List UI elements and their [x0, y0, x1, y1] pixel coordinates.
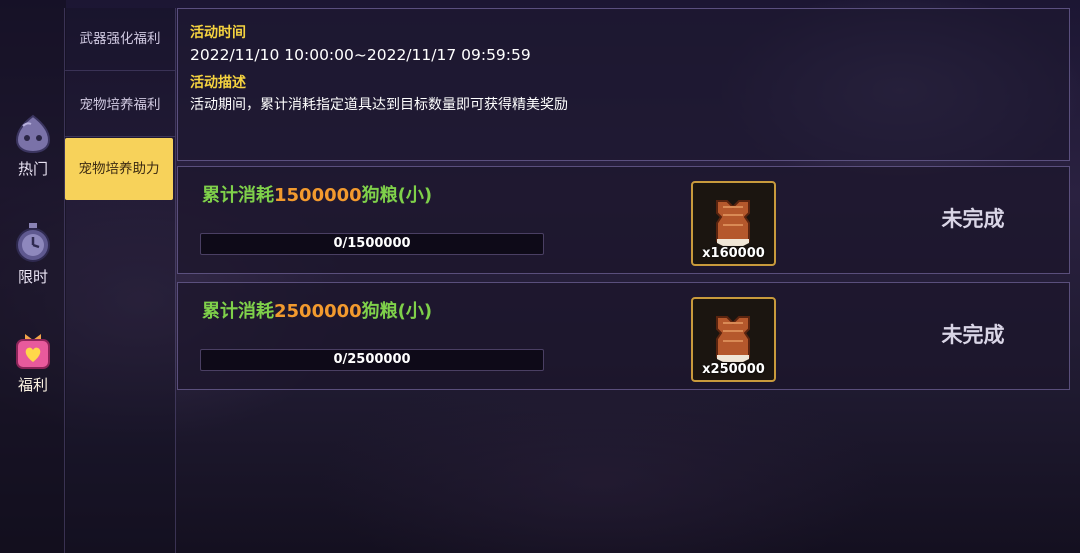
- progress-text: 0/1500000: [333, 236, 411, 251]
- task-row: 累计消耗1500000狗粮(小) 0/1500000 x160000 未完成: [177, 166, 1070, 274]
- subtab-column: 武器强化福利 宠物培养福利 宠物培养助力: [64, 8, 176, 553]
- time-value: 2022/11/10 10:00:00~2022/11/17 09:59:59: [190, 46, 531, 64]
- task-suffix: 狗粮(小): [361, 301, 433, 322]
- desc-value: 活动期间，累计消耗指定道具达到目标数量即可获得精美奖励: [190, 97, 568, 113]
- category-label: 限时: [17, 268, 48, 286]
- category-rail: 热门 限时 福利: [0, 0, 66, 553]
- reward-count: x250000: [702, 362, 765, 377]
- reward-slot[interactable]: x250000: [691, 297, 776, 382]
- task-title: 累计消耗2500000狗粮(小): [202, 297, 432, 323]
- task-prefix: 累计消耗: [202, 185, 274, 206]
- time-heading: 活动时间: [190, 25, 246, 41]
- stopwatch-icon: [11, 220, 55, 264]
- subtab-pet-boost[interactable]: 宠物培养助力: [65, 138, 173, 200]
- task-title: 累计消耗1500000狗粮(小): [202, 181, 432, 207]
- activity-info-panel: 活动时间 2022/11/10 10:00:00~2022/11/17 09:5…: [177, 8, 1070, 161]
- status-label: 未完成: [941, 323, 1005, 347]
- reward-count: x160000: [702, 246, 765, 261]
- progress-bar: 0/2500000: [200, 349, 544, 371]
- status-label: 未完成: [941, 207, 1005, 231]
- subtab-weapon-welfare[interactable]: 武器强化福利: [65, 8, 175, 71]
- task-row: 累计消耗2500000狗粮(小) 0/2500000 x250000 未完成: [177, 282, 1070, 390]
- desc-heading: 活动描述: [190, 75, 246, 91]
- reward-slot[interactable]: x160000: [691, 181, 776, 266]
- category-label: 热门: [17, 160, 48, 178]
- progress-bar: 0/1500000: [200, 233, 544, 255]
- task-prefix: 累计消耗: [202, 301, 274, 322]
- category-welfare[interactable]: 福利: [0, 328, 66, 395]
- task-suffix: 狗粮(小): [361, 185, 433, 206]
- progress-text: 0/2500000: [333, 352, 411, 367]
- slime-icon: [11, 112, 55, 156]
- task-amount: 1500000: [274, 185, 362, 206]
- category-limited[interactable]: 限时: [0, 220, 66, 287]
- subtab-pet-welfare[interactable]: 宠物培养福利: [65, 74, 175, 137]
- category-label: 福利: [17, 376, 48, 394]
- task-amount: 2500000: [274, 301, 362, 322]
- category-hot[interactable]: 热门: [0, 112, 66, 179]
- gift-heart-icon: [11, 328, 55, 372]
